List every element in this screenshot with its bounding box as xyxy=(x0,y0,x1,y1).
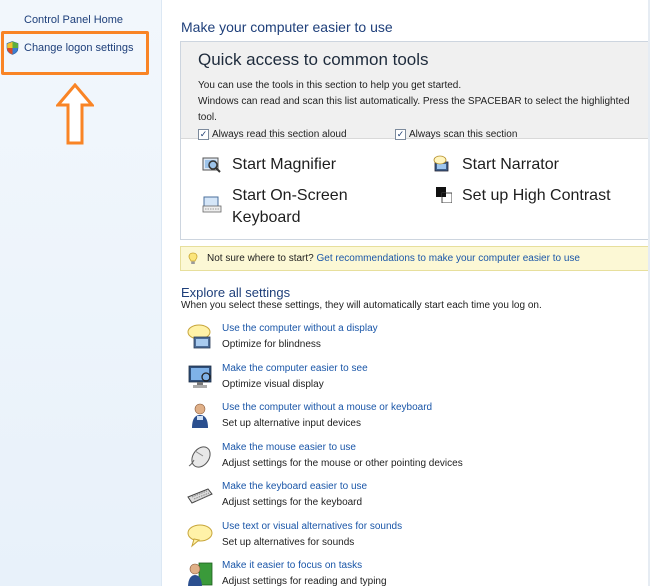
list-item: Make the computer easier to see Optimize… xyxy=(186,363,368,391)
focus-tasks-link[interactable]: Make it easier to focus on tasks xyxy=(222,560,387,571)
list-item: Make it easier to focus on tasks Adjust … xyxy=(186,560,387,586)
focus-tasks-desc: Adjust settings for reading and typing xyxy=(222,576,387,586)
always-scan-label: Always scan this section xyxy=(409,129,518,140)
sound-alternatives-desc: Set up alternatives for sounds xyxy=(222,537,355,548)
page-title: Make your computer easier to use xyxy=(181,19,393,35)
keyboard-icon xyxy=(187,488,213,504)
checkmark-icon: ✓ xyxy=(198,129,209,140)
speech-bubble-icon xyxy=(187,524,213,548)
annotation-highlight-box xyxy=(1,31,149,75)
mouse-easier-desc: Adjust settings for the mouse or other p… xyxy=(222,458,463,469)
mouse-icon xyxy=(188,446,211,468)
onscreen-keyboard-icon xyxy=(202,196,222,213)
always-scan-checkbox[interactable]: ✓ Always scan this section xyxy=(395,129,517,140)
speech-bubble-display-icon xyxy=(187,324,211,349)
start-onscreen-keyboard-button[interactable]: Start On-Screen Keyboard xyxy=(202,185,402,229)
list-item: Make the keyboard easier to use Adjust s… xyxy=(186,481,367,509)
high-contrast-icon xyxy=(436,187,452,203)
list-item: Make the mouse easier to use Adjust sett… xyxy=(186,442,463,470)
main-content: Make your computer easier to use Quick a… xyxy=(162,0,650,586)
without-mouse-keyboard-desc: Set up alternative input devices xyxy=(222,418,361,429)
setup-high-contrast-button[interactable]: Set up High Contrast xyxy=(436,185,611,207)
start-narrator-label: Start Narrator xyxy=(462,156,559,173)
always-read-checkbox[interactable]: ✓ Always read this section aloud xyxy=(198,129,347,140)
get-recommendations-link[interactable]: Get recommendations to make your compute… xyxy=(317,253,580,264)
quick-access-description-1: You can use the tools in this section to… xyxy=(198,80,462,91)
narrator-icon xyxy=(433,155,449,172)
use-without-display-link[interactable]: Use the computer without a display xyxy=(222,323,378,334)
easier-to-see-link[interactable]: Make the computer easier to see xyxy=(222,363,368,374)
control-panel-home-link[interactable]: Control Panel Home xyxy=(24,14,123,26)
always-read-label: Always read this section aloud xyxy=(212,129,347,140)
setup-high-contrast-label: Set up High Contrast xyxy=(462,187,611,204)
quick-access-description-2: Windows can read and scan this list auto… xyxy=(198,96,630,123)
annotation-up-arrow-icon xyxy=(56,83,94,145)
person-icon xyxy=(192,403,208,428)
sound-alternatives-link[interactable]: Use text or visual alternatives for soun… xyxy=(222,521,402,532)
use-without-display-desc: Optimize for blindness xyxy=(222,339,321,350)
list-item: Use text or visual alternatives for soun… xyxy=(186,521,402,549)
tip-question: Not sure where to start? xyxy=(207,253,314,264)
lightbulb-icon xyxy=(188,252,198,264)
start-onscreen-keyboard-label: Start On-Screen Keyboard xyxy=(232,187,348,226)
start-magnifier-button[interactable]: Start Magnifier xyxy=(202,154,336,176)
start-narrator-button[interactable]: Start Narrator xyxy=(432,154,559,176)
quick-access-panel: Quick access to common tools You can use… xyxy=(180,41,650,240)
quick-access-heading: Quick access to common tools xyxy=(198,50,429,69)
list-item: Use the computer without a display Optim… xyxy=(186,323,378,351)
without-mouse-keyboard-link[interactable]: Use the computer without a mouse or keyb… xyxy=(222,402,432,413)
magnifier-icon xyxy=(202,157,221,173)
left-pane: Control Panel Home Change logon settings xyxy=(0,0,162,586)
keyboard-easier-link[interactable]: Make the keyboard easier to use xyxy=(222,481,367,492)
recommendations-tip-bar: Not sure where to start? Get recommendat… xyxy=(180,246,650,271)
list-item: Use the computer without a mouse or keyb… xyxy=(186,402,432,430)
keyboard-easier-desc: Adjust settings for the keyboard xyxy=(222,497,363,508)
mouse-easier-link[interactable]: Make the mouse easier to use xyxy=(222,442,463,453)
checkmark-icon: ✓ xyxy=(395,129,406,140)
explore-settings-heading: Explore all settings xyxy=(181,285,291,300)
monitor-icon xyxy=(188,365,212,388)
explore-settings-subtitle: When you select these settings, they wil… xyxy=(181,300,542,311)
easier-to-see-desc: Optimize visual display xyxy=(222,379,324,390)
focus-tasks-icon xyxy=(188,562,213,586)
start-magnifier-label: Start Magnifier xyxy=(232,156,337,173)
quick-access-header: Quick access to common tools You can use… xyxy=(181,42,649,140)
